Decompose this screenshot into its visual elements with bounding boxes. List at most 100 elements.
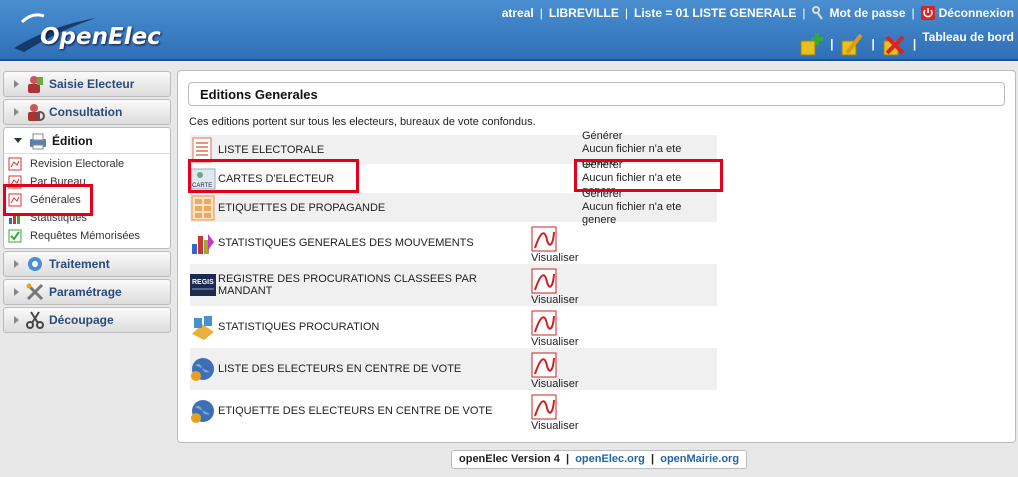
openelec-link[interactable]: openElec.org (575, 453, 645, 465)
row-label-cell: ETIQUETTE DES ELECTEURS EN CENTRE DE VOT… (190, 390, 531, 432)
chevron-right-icon (14, 316, 19, 324)
page-title: Editions Generales (188, 82, 1005, 106)
row-view-cell: Visualiser (531, 306, 580, 348)
scissors-icon (26, 311, 44, 329)
openelec-logo[interactable]: OpenElec (10, 8, 161, 52)
row-action-cell (580, 222, 715, 264)
row-label: LISTE ELECTORALE (218, 143, 325, 156)
row-view-cell: Visualiser (531, 390, 580, 432)
menu-parametrage[interactable]: Paramétrage (3, 279, 171, 305)
menu-edition[interactable]: Édition (3, 127, 171, 153)
pdf-icon[interactable] (531, 310, 557, 336)
gear-icon (28, 257, 42, 271)
password-label: Mot de passe (829, 6, 906, 20)
separator: | (802, 6, 806, 20)
separator: | (830, 37, 834, 51)
menu-label: Paramétrage (49, 285, 122, 299)
separator: | (647, 453, 658, 465)
toolbar: | | | Tableau de bord (798, 30, 1014, 58)
view-link[interactable]: Visualiser (531, 294, 580, 306)
table-row: ETIQUETTES DE PROPAGANDE Générer Aucun f… (190, 188, 717, 226)
consultation-icon (28, 104, 45, 121)
menu-label: Traitement (49, 257, 110, 271)
row-view-cell: Visualiser (531, 348, 580, 390)
highlight-box-cartes (188, 159, 359, 193)
row-action-cell (580, 264, 715, 306)
pdf-icon[interactable] (531, 268, 557, 294)
menu-label: Saisie Electeur (49, 77, 135, 91)
current-list[interactable]: Liste = 01 LISTE GENERALE (634, 6, 796, 20)
version-text: openElec Version 4 (459, 453, 560, 465)
row-action-cell: Générer Aucun fichier n'a ete genere (580, 188, 715, 226)
separator: | (911, 6, 915, 20)
intro-text: Ces editions portent sur tous les electe… (189, 116, 536, 128)
row-label: STATISTIQUES GENERALES DES MOUVEMENTS (218, 237, 474, 249)
current-city[interactable]: LIBREVILLE (549, 6, 619, 20)
row-label: STATISTIQUES PROCURATION (218, 321, 380, 333)
delete-icon[interactable] (881, 31, 907, 57)
row-label-cell: LISTE DES ELECTEURS EN CENTRE DE VOTE (190, 348, 531, 390)
row-label: LISTE DES ELECTEURS EN CENTRE DE VOTE (218, 363, 462, 375)
voter-entry-icon (28, 76, 43, 93)
statistics-icon (192, 234, 214, 254)
document-icon (8, 157, 22, 171)
row-view-cell (531, 193, 580, 222)
menu-saisie-electeur[interactable]: Saisie Electeur (3, 71, 171, 97)
row-label: REGISTRE DES PROCURATIONS CLASSEES PAR M… (218, 273, 477, 297)
table-row: ETIQUETTE DES ELECTEURS EN CENTRE DE VOT… (190, 390, 717, 432)
separator: | (624, 6, 628, 20)
separator: | (539, 6, 543, 20)
app-header: OpenElec atreal | LIBREVILLE | Liste = 0… (0, 0, 1018, 61)
table-row: STATISTIQUES GENERALES DES MOUVEMENTS Vi… (190, 222, 717, 264)
logout-label: Déconnexion (938, 6, 1014, 20)
view-link[interactable]: Visualiser (531, 378, 580, 390)
view-link[interactable]: Visualiser (531, 420, 580, 432)
row-label-cell: STATISTIQUES PROCURATION (190, 306, 531, 348)
register-icon: REGIS (190, 274, 216, 296)
tools-icon (26, 283, 44, 301)
highlight-box-generate-cartes (574, 159, 723, 192)
view-link[interactable]: Visualiser (531, 252, 580, 264)
view-link[interactable]: Visualiser (531, 336, 580, 348)
pdf-icon[interactable] (531, 394, 557, 420)
menu-consultation[interactable]: Consultation (3, 99, 171, 125)
separator: | (871, 37, 875, 51)
table-row: REGIS REGISTRE DES PROCURATIONS CLASSEES… (190, 264, 717, 306)
password-link[interactable]: Mot de passe (811, 6, 906, 20)
current-user[interactable]: atreal (502, 6, 534, 20)
pdf-icon[interactable] (531, 226, 557, 252)
generate-link[interactable]: Générer (582, 130, 715, 143)
menu-traitement[interactable]: Traitement (3, 251, 171, 277)
add-icon[interactable] (798, 31, 824, 57)
separator: | (562, 453, 573, 465)
menu-decoupage[interactable]: Découpage (3, 307, 171, 333)
chevron-right-icon (14, 80, 19, 88)
footer: openElec Version 4 | openElec.org | open… (451, 450, 748, 469)
globe-icon (191, 358, 214, 381)
logout-link[interactable]: Déconnexion (920, 6, 1014, 20)
openmairie-link[interactable]: openMairie.org (660, 453, 739, 465)
highlight-box-generales (3, 184, 93, 216)
logo-text: OpenElec (40, 24, 161, 50)
submenu-item-revision[interactable]: Revision Electorale (4, 155, 170, 173)
table-row: LISTE DES ELECTEURS EN CENTRE DE VOTE Vi… (190, 348, 717, 390)
row-label-cell: STATISTIQUES GENERALES DES MOUVEMENTS (190, 222, 531, 264)
submenu-item-requetes[interactable]: Requêtes Mémorisées (4, 227, 170, 245)
power-icon (920, 6, 935, 20)
pdf-icon[interactable] (531, 352, 557, 378)
proxy-statistics-icon (192, 316, 214, 340)
row-view-cell (531, 164, 580, 193)
globe-icon (191, 400, 214, 423)
key-icon (812, 6, 824, 20)
chevron-right-icon (14, 288, 19, 296)
main-content: Editions Generales Ces editions portent … (177, 70, 1016, 443)
dashboard-link[interactable]: Tableau de bord (922, 30, 1014, 44)
row-view-cell: Visualiser (531, 264, 580, 306)
row-action-cell (580, 306, 715, 348)
menu-label: Édition (52, 133, 93, 148)
row-action-cell (580, 390, 715, 432)
edit-icon[interactable] (839, 31, 865, 57)
top-bar: atreal | LIBREVILLE | Liste = 01 LISTE G… (502, 6, 1014, 20)
register-icon-text: REGIS (192, 279, 214, 286)
row-view-cell (531, 135, 580, 164)
